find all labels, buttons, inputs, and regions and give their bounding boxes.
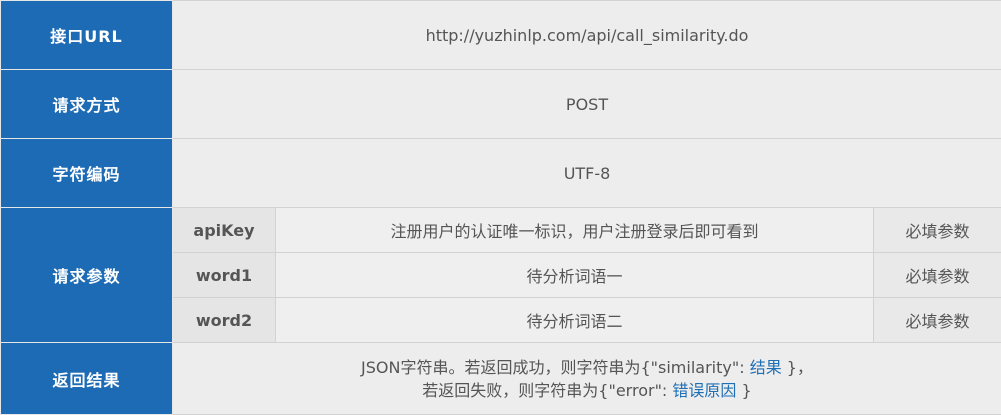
param-name: word2 (173, 298, 276, 343)
result-row: 返回结果 JSON字符串。若返回成功，则字符串为{"similarity": 结… (1, 343, 1001, 415)
encoding-label: 字符编码 (1, 139, 173, 208)
method-value: POST (173, 70, 1001, 139)
url-label: 接口URL (1, 1, 173, 70)
encoding-value: UTF-8 (173, 139, 1001, 208)
param-desc: 待分析词语二 (276, 298, 874, 343)
result-error-link[interactable]: 错误原因 (672, 381, 736, 400)
result-success-suffix: }， (782, 358, 813, 377)
param-name: word1 (173, 253, 276, 298)
param-required: 必填参数 (874, 208, 1001, 253)
url-row: 接口URL http://yuzhinlp.com/api/call_simil… (1, 1, 1001, 70)
api-spec-table: 接口URL http://yuzhinlp.com/api/call_simil… (0, 0, 1001, 415)
param-row-apikey: 请求参数 apiKey 注册用户的认证唯一标识，用户注册登录后即可看到 必填参数 (1, 208, 1001, 253)
result-error-suffix: } (736, 381, 751, 400)
result-success-link[interactable]: 结果 (750, 358, 782, 377)
encoding-row: 字符编码 UTF-8 (1, 139, 1001, 208)
param-required: 必填参数 (874, 298, 1001, 343)
result-value: JSON字符串。若返回成功，则字符串为{"similarity": 结果 }， … (173, 343, 1001, 415)
result-success-prefix: JSON字符串。若返回成功，则字符串为{"similarity": (361, 358, 750, 377)
param-desc: 待分析词语一 (276, 253, 874, 298)
result-label: 返回结果 (1, 343, 173, 415)
method-row: 请求方式 POST (1, 70, 1001, 139)
result-success-line: JSON字符串。若返回成功，则字符串为{"similarity": 结果 }， (173, 356, 1001, 379)
param-name: apiKey (173, 208, 276, 253)
param-required: 必填参数 (874, 253, 1001, 298)
method-label: 请求方式 (1, 70, 173, 139)
param-desc: 注册用户的认证唯一标识，用户注册登录后即可看到 (276, 208, 874, 253)
params-label: 请求参数 (1, 208, 173, 343)
result-error-line: 若返回失败，则字符串为{"error": 错误原因 } (173, 379, 1001, 402)
result-error-prefix: 若返回失败，则字符串为{"error": (422, 381, 672, 400)
url-value: http://yuzhinlp.com/api/call_similarity.… (173, 1, 1001, 70)
